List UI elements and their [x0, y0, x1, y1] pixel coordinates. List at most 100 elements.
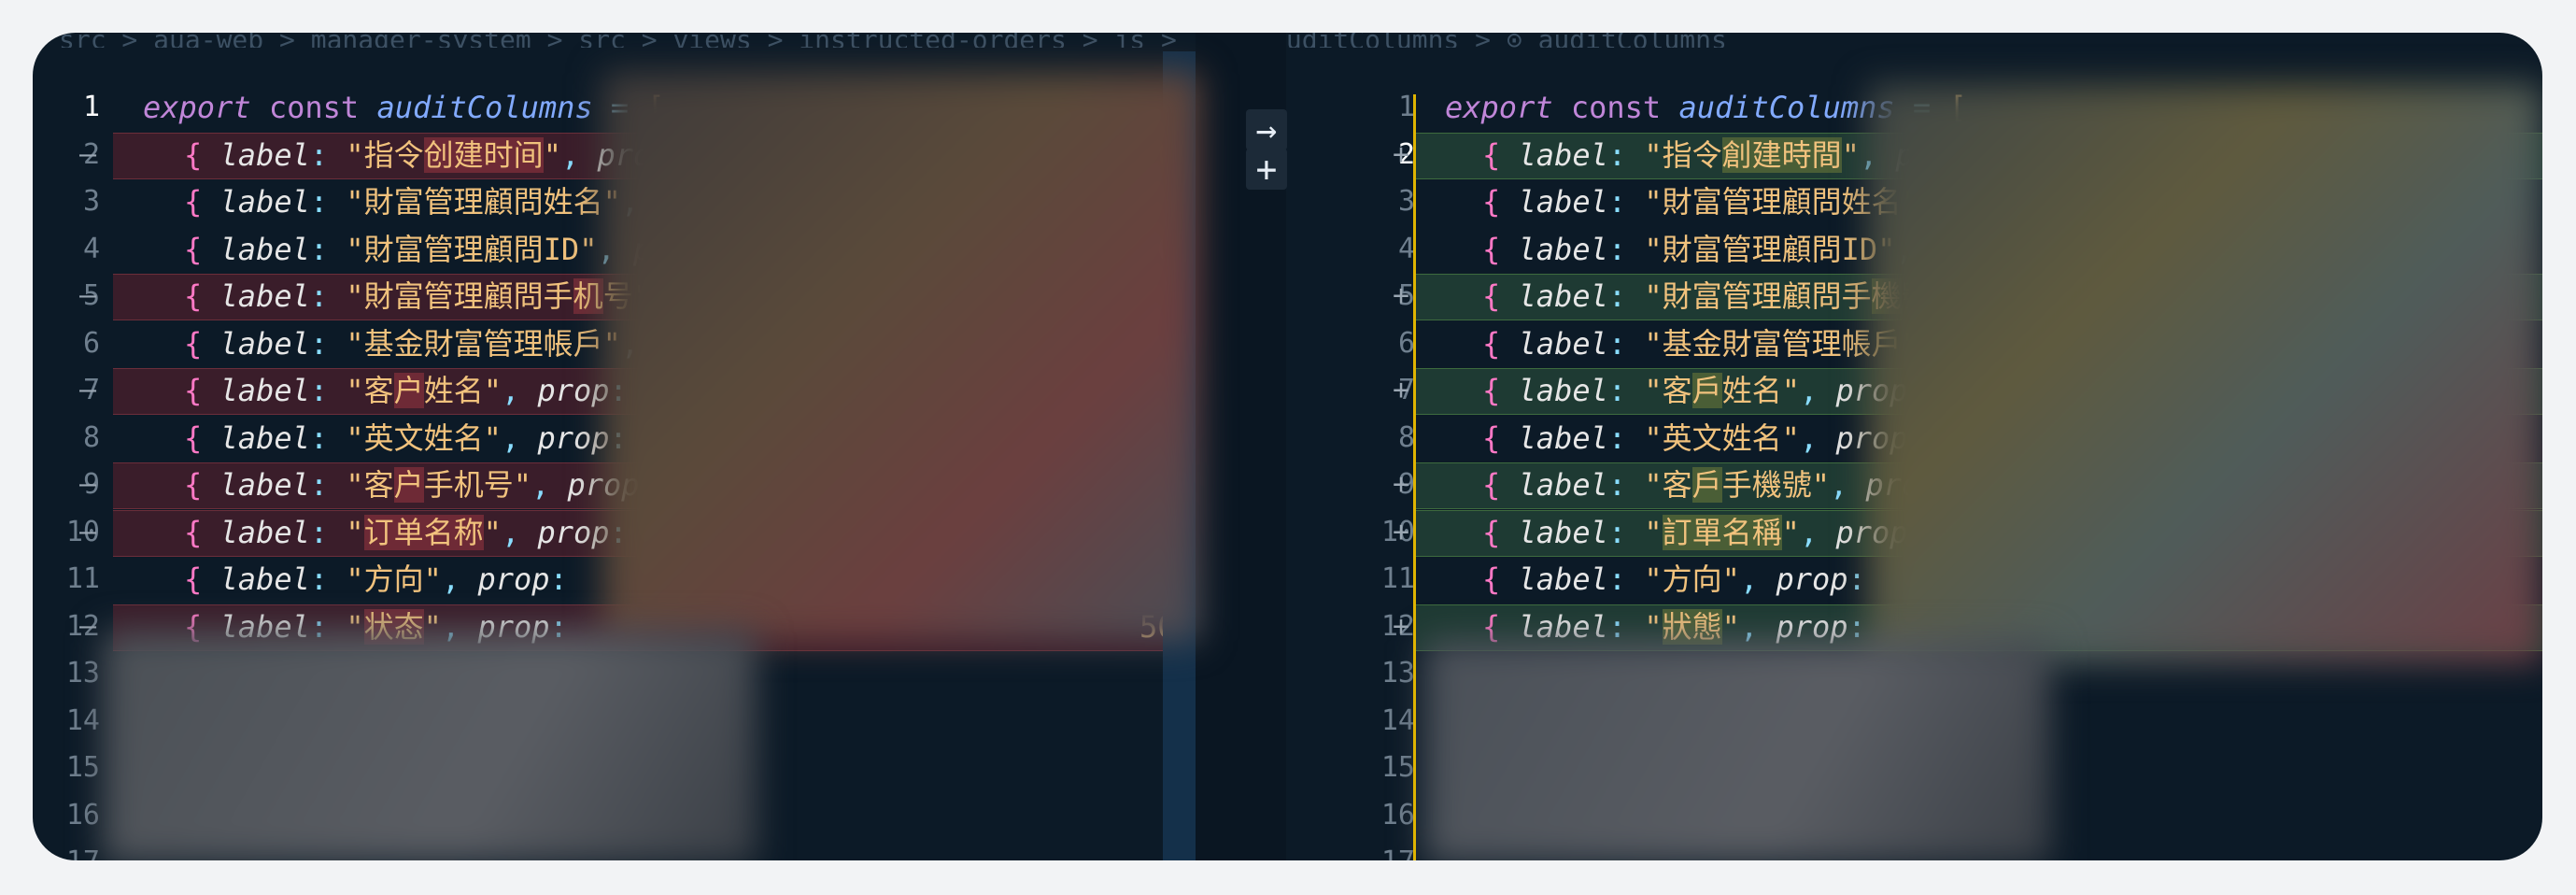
- quote: ": [346, 514, 364, 550]
- quote: ": [346, 231, 364, 267]
- colon: :: [1607, 325, 1645, 362]
- quote: ": [1644, 514, 1663, 550]
- quote: ": [1644, 184, 1663, 220]
- keyword-const: const: [1570, 90, 1662, 125]
- line-number: 16: [1380, 798, 1415, 831]
- redacted-region-right-bottom: [1424, 640, 2050, 860]
- brace: {: [184, 231, 203, 267]
- add-change-icon[interactable]: +: [1246, 149, 1287, 190]
- quote: ": [1644, 608, 1663, 645]
- changed-text: 狀態: [1662, 608, 1722, 645]
- comma: ,: [501, 514, 538, 550]
- quote: ": [346, 419, 364, 456]
- colon: :: [1607, 561, 1645, 597]
- cursor-indicator: [1413, 94, 1416, 860]
- property-key: label: [1518, 514, 1608, 550]
- colon: :: [309, 184, 347, 220]
- brace: {: [1482, 136, 1501, 173]
- colon: :: [309, 136, 347, 173]
- minus-marker-icon: —: [79, 374, 97, 406]
- comma: ,: [501, 419, 538, 456]
- quote: ": [1644, 231, 1663, 267]
- string-value: 財富管理顧問姓名: [1662, 184, 1902, 220]
- string-value: 客: [1662, 373, 1692, 408]
- line-number: 3: [1397, 185, 1415, 218]
- plus-marker-icon: +: [1393, 374, 1410, 406]
- colon: :: [309, 231, 347, 267]
- quote: ": [483, 419, 502, 456]
- comma: ,: [560, 136, 598, 173]
- string-value: 方向: [1662, 561, 1722, 597]
- colon: :: [309, 514, 347, 550]
- quote: ": [483, 373, 502, 408]
- line-number: 6: [82, 326, 100, 360]
- quote: ": [513, 467, 531, 503]
- string-value: 姓名: [1721, 373, 1782, 408]
- brace: {: [184, 325, 203, 362]
- changed-text: 户: [393, 373, 424, 408]
- revert-arrow-icon[interactable]: →: [1246, 109, 1287, 150]
- quote: ": [543, 136, 561, 173]
- quote: ": [1644, 325, 1663, 362]
- string-value: 財富管理顧問手: [1662, 278, 1872, 314]
- changed-text: 戶: [1691, 467, 1722, 503]
- brace: {: [184, 467, 203, 503]
- property-key: prop: [537, 514, 610, 550]
- line-number: 13: [65, 657, 100, 689]
- property-key: label: [1518, 136, 1608, 173]
- property-key: label: [219, 325, 310, 362]
- quote: ": [1644, 136, 1663, 173]
- brace: {: [1482, 514, 1501, 550]
- line-number: 15: [1380, 751, 1415, 784]
- comma: ,: [1799, 373, 1836, 408]
- line-number: 13: [1380, 657, 1415, 689]
- redacted-region-left-bottom: [103, 631, 757, 860]
- brace: {: [1482, 467, 1501, 503]
- brace: {: [1482, 419, 1501, 456]
- comma: ,: [1739, 608, 1776, 645]
- line-number: 1: [82, 91, 100, 123]
- colon: :: [1607, 514, 1645, 550]
- string-value: 財富管理顧問ID: [363, 231, 580, 267]
- quote: ": [1781, 373, 1800, 408]
- line-number: 17: [1286, 839, 1415, 860]
- colon: :: [1607, 231, 1645, 267]
- colon: :: [1607, 467, 1645, 503]
- line-number: 11: [65, 562, 100, 595]
- property-key: label: [1518, 608, 1608, 645]
- line-number: 11: [1380, 562, 1415, 595]
- colon: :: [1607, 184, 1645, 220]
- colon: :: [309, 325, 347, 362]
- string-value: 方向: [363, 561, 424, 597]
- string-value: 客: [363, 373, 394, 408]
- property-key: label: [219, 561, 310, 597]
- property-key: label: [1518, 373, 1608, 408]
- property-key: label: [219, 278, 310, 314]
- colon: :: [309, 278, 347, 314]
- brace: {: [1482, 278, 1501, 314]
- identifier: auditColumns: [376, 90, 593, 125]
- colon: :: [1607, 608, 1645, 645]
- string-value: 基金財富管理帳戶: [363, 325, 603, 362]
- quote: ": [346, 136, 364, 173]
- colon: :: [1607, 373, 1645, 408]
- colon: :: [549, 561, 587, 597]
- line-number: 17: [33, 839, 100, 860]
- string-value: 英文姓名: [363, 419, 484, 456]
- keyword-const: const: [268, 90, 360, 125]
